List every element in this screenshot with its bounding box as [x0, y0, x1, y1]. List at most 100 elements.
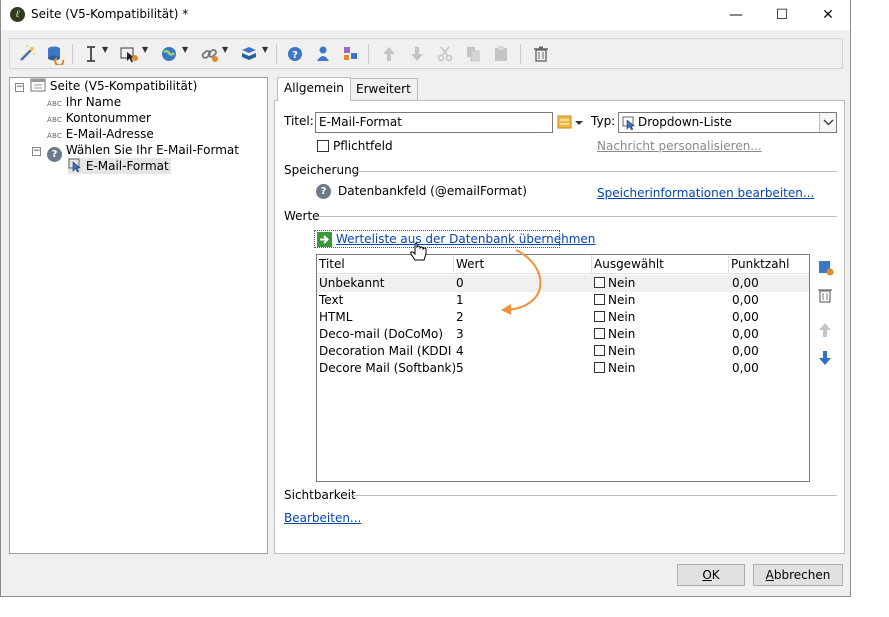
wand-icon[interactable] [16, 43, 38, 65]
table-row[interactable]: Unbekannt 0 Nein 0,00 [317, 275, 809, 292]
type-select[interactable]: Dropdown-Liste [618, 112, 837, 133]
text-options-icon[interactable] [557, 115, 585, 132]
copy-icon[interactable] [462, 43, 484, 65]
ok-button[interactable]: OK [677, 564, 745, 586]
tree-expander[interactable]: − [15, 83, 24, 92]
ok-mnemonic: O [702, 568, 712, 582]
table-row[interactable]: Decoration Mail (KDDI A... 4 Nein 0,00 [317, 343, 809, 360]
add-element-icon[interactable] [340, 43, 362, 65]
page-icon [30, 78, 46, 92]
dialog-window: ℓ Seite (V5-Kompatibilität) * — ☐ ✕ ▼ ▼ … [0, 0, 851, 597]
chevron-down-icon[interactable]: ▼ [142, 45, 148, 54]
column-header-selected[interactable]: Ausgewählt [594, 257, 664, 271]
cell-title: HTML [319, 310, 353, 324]
maximize-button[interactable]: ☐ [759, 0, 805, 30]
paste-icon[interactable] [490, 43, 512, 65]
database-icon[interactable] [44, 43, 66, 65]
required-checkbox[interactable] [317, 140, 329, 152]
chevron-down-icon[interactable] [819, 113, 836, 132]
add-row-icon[interactable] [816, 258, 834, 276]
dropdown-field-icon [68, 158, 81, 173]
chevron-down-icon[interactable]: ▼ [222, 45, 228, 54]
tree-item-label: Ihr Name [65, 95, 122, 109]
hand-cursor-icon [410, 242, 427, 261]
text-cursor-icon[interactable] [80, 43, 102, 65]
move-down-icon[interactable] [406, 43, 428, 65]
selected-checkbox[interactable] [594, 311, 605, 322]
tree-node-root[interactable]: Seite (V5-Kompatibilität) [30, 78, 197, 94]
table-row[interactable]: Decore Mail (Softbank) 5 Nein 0,00 [317, 360, 809, 377]
storage-section-label: Speicherung [284, 163, 360, 177]
table-row[interactable]: HTML 2 Nein 0,00 [317, 309, 809, 326]
personalize-link[interactable]: Nachricht personalisieren... [597, 139, 762, 153]
user-icon[interactable] [312, 43, 334, 65]
tree-item-label: Wählen Sie Ihr E-Mail-Format [65, 143, 239, 157]
move-up-icon[interactable] [378, 43, 400, 65]
cell-title: Decoration Mail (KDDI A... [319, 344, 455, 358]
tree-item-label: E-Mail-Adresse [65, 127, 154, 141]
tree-item-label: E-Mail-Format [85, 159, 169, 173]
selected-text: Nein [608, 310, 636, 324]
globe-icon[interactable] [158, 43, 180, 65]
column-header-score[interactable]: Punktzahl [731, 257, 789, 271]
cell-value: 5 [456, 361, 464, 375]
selected-checkbox[interactable] [594, 345, 605, 356]
chevron-down-icon[interactable]: ▼ [262, 45, 268, 54]
cut-icon[interactable] [434, 43, 456, 65]
cell-score: 0,00 [732, 310, 759, 324]
tree-item[interactable]: ABC Ihr Name [47, 94, 121, 110]
selected-checkbox[interactable] [594, 294, 605, 305]
title-input[interactable]: E-Mail-Format [315, 112, 553, 133]
text-field-icon: ABC [47, 100, 62, 108]
cell-value: 3 [456, 327, 464, 341]
tree-node-group[interactable]: ? Wählen Sie Ihr E-Mail-Format [47, 142, 239, 162]
delete-row-icon[interactable] [816, 286, 834, 304]
selected-text: Nein [608, 327, 636, 341]
move-row-down-icon[interactable] [816, 349, 834, 367]
close-button[interactable]: ✕ [805, 0, 851, 30]
storage-edit-link[interactable]: Speicherinformationen bearbeiten... [597, 186, 814, 200]
visibility-edit-link[interactable]: Bearbeiten... [284, 511, 361, 525]
move-row-up-icon[interactable] [816, 321, 834, 339]
cancel-label: bbrechen [773, 568, 831, 582]
tree-expander[interactable]: − [32, 147, 41, 156]
cell-selected: Nein [594, 276, 724, 290]
tree-item[interactable]: ABC E-Mail-Adresse [47, 126, 154, 142]
title-label: Titel: [284, 114, 314, 128]
selected-text: Nein [608, 344, 636, 358]
tab-allgemein[interactable]: Allgemein [277, 77, 351, 101]
section-divider [355, 171, 837, 172]
cell-selected: Nein [594, 293, 724, 307]
section-divider [351, 495, 837, 496]
title-bar: ℓ Seite (V5-Kompatibilität) * — ☐ ✕ [1, 0, 850, 30]
chevron-down-icon[interactable]: ▼ [102, 45, 108, 54]
field-icon[interactable] [118, 43, 140, 65]
minimize-button[interactable]: — [713, 0, 759, 30]
cell-title: Decore Mail (Softbank) [319, 361, 455, 375]
values-section-label: Werte [284, 209, 320, 223]
selected-checkbox[interactable] [594, 362, 605, 373]
storage-value: Datenbankfeld (@emailFormat) [338, 184, 527, 198]
table-row[interactable]: Deco-mail (DoCoMo) 3 Nein 0,00 [317, 326, 809, 343]
tab-erweitert[interactable]: Erweitert [349, 78, 418, 101]
selected-checkbox[interactable] [594, 328, 605, 339]
cancel-button[interactable]: Abbrechen [753, 564, 843, 586]
column-header-title[interactable]: Titel [319, 257, 345, 271]
chevron-down-icon[interactable]: ▼ [182, 45, 188, 54]
help-icon[interactable]: ? [284, 43, 306, 65]
link-icon[interactable] [198, 43, 220, 65]
selected-checkbox[interactable] [594, 277, 605, 288]
tree-item-label: Kontonummer [65, 111, 151, 125]
delete-icon[interactable] [530, 43, 552, 65]
text-field-icon: ABC [47, 132, 62, 140]
tree-item-selected[interactable]: E-Mail-Format [68, 158, 171, 174]
table-row[interactable]: Text 1 Nein 0,00 [317, 292, 809, 309]
import-values-link[interactable]: Werteliste aus der Datenbank übernehmen [336, 232, 595, 246]
cancel-mnemonic: A [765, 568, 774, 582]
stack-icon[interactable] [238, 43, 260, 65]
cell-selected: Nein [594, 327, 724, 341]
cell-selected: Nein [594, 344, 724, 358]
cell-score: 0,00 [732, 293, 759, 307]
type-select-value: Dropdown-Liste [638, 115, 732, 129]
tree-item[interactable]: ABC Kontonummer [47, 110, 151, 126]
